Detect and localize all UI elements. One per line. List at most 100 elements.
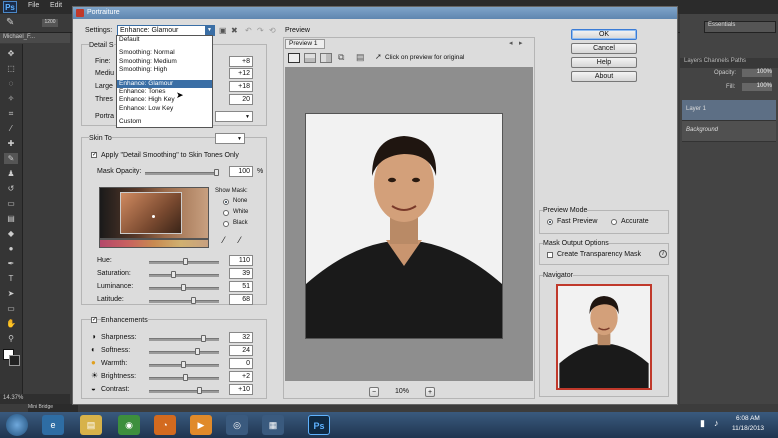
marquee-tool-icon[interactable]: ⬚ bbox=[4, 63, 18, 74]
softness-value[interactable]: 24 bbox=[229, 345, 253, 356]
menu-file[interactable]: File bbox=[28, 2, 39, 9]
softness-thumb[interactable] bbox=[195, 348, 200, 355]
cancel-button[interactable]: Cancel bbox=[571, 43, 637, 54]
move-tool-icon[interactable]: ✥ bbox=[4, 48, 18, 59]
luminance-value[interactable]: 51 bbox=[229, 281, 253, 292]
hue-value[interactable]: 110 bbox=[229, 255, 253, 266]
warmth-value[interactable]: 0 bbox=[229, 358, 253, 369]
saturation-value[interactable]: 39 bbox=[229, 268, 253, 279]
saturation-slider[interactable] bbox=[149, 274, 219, 277]
photoshop-taskbar-icon[interactable]: Ps bbox=[308, 415, 330, 435]
split-vertical-icon[interactable] bbox=[320, 53, 332, 63]
about-button[interactable]: About bbox=[571, 71, 637, 82]
eyedropper-icon[interactable]: ⁄ bbox=[223, 235, 225, 245]
app-taskbar-icon[interactable]: ▦ bbox=[262, 415, 284, 435]
eyedropper-tool-icon[interactable]: ⁄ bbox=[4, 123, 18, 134]
quick-select-tool-icon[interactable]: ✧ bbox=[4, 93, 18, 104]
explorer-taskbar-icon[interactable]: ▤ bbox=[80, 415, 102, 435]
preset-option-selected[interactable]: Enhance: Glamour bbox=[117, 79, 212, 88]
mask-opacity-slider[interactable] bbox=[145, 172, 215, 175]
brush-tool-icon-active[interactable]: ✎ bbox=[4, 153, 18, 164]
preset-option[interactable]: Custom bbox=[117, 118, 212, 126]
sharpness-thumb[interactable] bbox=[201, 335, 206, 342]
hue-strip[interactable] bbox=[99, 239, 209, 248]
preset-option[interactable]: Smoothing: Normal bbox=[117, 49, 212, 57]
create-mask-checkbox[interactable] bbox=[547, 252, 553, 258]
skin-tone-marker[interactable] bbox=[152, 215, 155, 218]
preset-option[interactable]: Enhance: Low Key bbox=[117, 105, 212, 113]
blur-tool-icon[interactable]: ◆ bbox=[4, 228, 18, 239]
mask-opacity-thumb[interactable] bbox=[214, 169, 219, 176]
portrait-photo[interactable] bbox=[305, 113, 503, 339]
stamp-tool-icon[interactable]: ♟ bbox=[4, 168, 18, 179]
brightness-thumb[interactable] bbox=[183, 374, 188, 381]
lasso-tool-icon[interactable]: ◌ bbox=[4, 78, 18, 89]
contrast-slider[interactable] bbox=[149, 390, 219, 393]
path-select-icon[interactable]: ➤ bbox=[4, 288, 18, 299]
tab-next-icon[interactable]: ▸ bbox=[519, 39, 523, 47]
clock-date[interactable]: 11/18/2013 bbox=[732, 425, 764, 432]
redo-icon[interactable]: ↷ bbox=[257, 26, 264, 35]
preset-option[interactable]: Enhance: High Key bbox=[117, 96, 212, 104]
clock-time[interactable]: 6:08 AM bbox=[736, 415, 760, 422]
medium-value[interactable]: +12 bbox=[229, 68, 253, 79]
portrait-size-select[interactable]: ▼ bbox=[215, 111, 253, 122]
hue-thumb[interactable] bbox=[183, 258, 188, 265]
fine-value[interactable]: +8 bbox=[229, 56, 253, 67]
media-player-taskbar-icon[interactable]: ◎ bbox=[226, 415, 248, 435]
luminance-thumb[interactable] bbox=[181, 284, 186, 291]
reset-icon[interactable]: ⟲ bbox=[269, 26, 276, 35]
contrast-thumb[interactable] bbox=[197, 387, 202, 394]
opacity-field[interactable]: 100% bbox=[742, 69, 772, 77]
skin-preset-select[interactable]: ▼ bbox=[215, 133, 245, 144]
crop-tool-icon[interactable]: ⌗ bbox=[4, 108, 18, 119]
start-button-icon[interactable] bbox=[6, 414, 28, 436]
show-mask-none-radio[interactable] bbox=[223, 199, 229, 205]
document-tab[interactable]: Michael_F... bbox=[0, 33, 70, 43]
preset-option[interactable]: Enhance: Tones bbox=[117, 88, 212, 96]
mini-bridge-tab[interactable]: Mini Bridge bbox=[28, 404, 78, 412]
ie-taskbar-icon[interactable]: e bbox=[42, 415, 64, 435]
preset-option[interactable]: Smoothing: Medium bbox=[117, 58, 212, 66]
apply-detail-smoothing-checkbox[interactable]: ✓ bbox=[91, 152, 97, 158]
help-button[interactable]: Help bbox=[571, 57, 637, 68]
contrast-value[interactable]: +10 bbox=[229, 384, 253, 395]
chevron-down-icon[interactable]: ▼ bbox=[205, 26, 214, 35]
eyedropper-plus-icon[interactable]: ⁄ bbox=[239, 235, 241, 245]
firefox-taskbar-icon[interactable]: ◔ bbox=[154, 415, 176, 435]
shape-tool-icon[interactable]: ▭ bbox=[4, 303, 18, 314]
saturation-thumb[interactable] bbox=[171, 271, 176, 278]
tab-preview-1[interactable]: Preview 1 bbox=[285, 39, 325, 49]
enhancements-checkbox[interactable]: ✓ bbox=[91, 317, 97, 323]
preset-option[interactable]: Smoothing: High bbox=[117, 66, 212, 74]
gradient-tool-icon[interactable]: ▤ bbox=[4, 213, 18, 224]
brightness-value[interactable]: +2 bbox=[229, 371, 253, 382]
layer-row[interactable]: Background bbox=[682, 121, 776, 142]
volume-icon[interactable]: ♪ bbox=[714, 418, 719, 428]
delete-preset-icon[interactable]: ✖ bbox=[231, 26, 238, 35]
tab-prev-icon[interactable]: ◂ bbox=[509, 39, 513, 47]
chrome-taskbar-icon[interactable]: ◉ bbox=[118, 415, 140, 435]
brush-tool-icon[interactable]: ✎ bbox=[6, 17, 14, 28]
type-tool-icon[interactable]: T bbox=[4, 273, 18, 284]
stack-preview-icon[interactable]: ▤ bbox=[356, 52, 365, 63]
sharpness-value[interactable]: 32 bbox=[229, 332, 253, 343]
hand-tool-icon[interactable]: ✋ bbox=[4, 318, 18, 329]
preview-canvas[interactable] bbox=[285, 67, 533, 381]
save-preset-icon[interactable]: ▣ bbox=[219, 26, 227, 35]
network-icon[interactable]: ▮ bbox=[700, 418, 705, 429]
pen-tool-icon[interactable]: ✒ bbox=[4, 258, 18, 269]
accurate-radio[interactable] bbox=[611, 219, 617, 225]
single-view-icon[interactable] bbox=[288, 53, 300, 63]
threshold-value[interactable]: 20 bbox=[229, 94, 253, 105]
sharpness-slider[interactable] bbox=[149, 338, 219, 341]
brush-size-field[interactable]: 1200 bbox=[42, 19, 58, 27]
softness-slider[interactable] bbox=[149, 351, 219, 354]
latitude-slider[interactable] bbox=[149, 300, 219, 303]
workspace-switcher[interactable]: Essentials bbox=[704, 21, 776, 33]
latitude-thumb[interactable] bbox=[191, 297, 196, 304]
dialog-title-bar[interactable]: Portraiture bbox=[73, 7, 677, 19]
warmth-thumb[interactable] bbox=[181, 361, 186, 368]
settings-dropdown-list[interactable]: Default Smoothing: Normal Smoothing: Med… bbox=[116, 35, 213, 128]
ok-button[interactable]: OK bbox=[571, 29, 637, 40]
